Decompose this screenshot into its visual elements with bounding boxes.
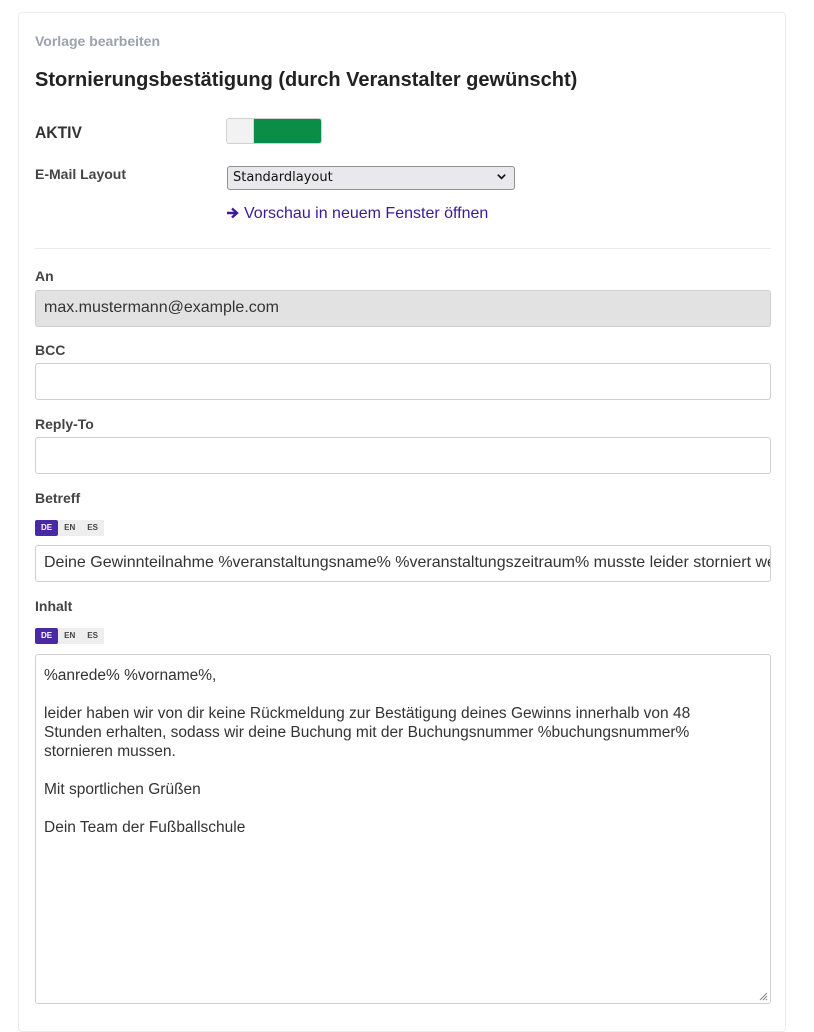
chevron-down-icon — [497, 174, 506, 180]
toggle-on-fill — [254, 119, 321, 143]
reply-to-field[interactable] — [35, 437, 771, 474]
subject-language-tabs: DE EN ES — [35, 520, 104, 536]
subject-lang-de[interactable]: DE — [35, 520, 59, 536]
edit-template-card: Vorlage bearbeiten Stornierungsbestätigu… — [18, 12, 786, 1032]
content-language-tabs: DE EN ES — [35, 628, 104, 644]
content-line: Dein Team der Fußballschule — [44, 819, 246, 836]
content-line: leider haben wir von dir keine Rückmeldu… — [44, 705, 691, 722]
content-line: %anrede% %vorname%, — [44, 667, 217, 684]
bcc-label: BCC — [35, 342, 66, 358]
page-title: Stornierungsbestätigung (durch Veranstal… — [35, 69, 578, 91]
content-lang-de[interactable]: DE — [35, 628, 59, 644]
email-layout-label: E-Mail Layout — [35, 166, 127, 182]
content-lang-en[interactable]: EN — [58, 628, 82, 644]
preview-link[interactable]: Vorschau in neuem Fenster öffnen — [226, 205, 488, 223]
content-line: Mit sportlichen Grüßen — [44, 781, 201, 798]
arrow-right-icon — [227, 207, 239, 219]
to-label: An — [35, 268, 54, 284]
content-lang-es[interactable]: ES — [81, 628, 104, 644]
subject-field[interactable]: Deine Gewinnteilnahme %veranstaltungsnam… — [35, 545, 771, 582]
active-label: AKTIV — [35, 123, 82, 142]
content-textarea[interactable]: %anrede% %vorname%, leider haben wir von… — [35, 654, 771, 1004]
email-layout-selected: Standardlayout — [233, 170, 333, 185]
subject-label: Betreff — [35, 490, 81, 506]
toggle-knob — [227, 119, 254, 143]
subject-lang-en[interactable]: EN — [58, 520, 82, 536]
bcc-field[interactable] — [35, 363, 771, 400]
to-field[interactable]: max.mustermann@example.com — [35, 290, 771, 327]
content-line: stornieren mussen. — [44, 743, 176, 760]
email-layout-select[interactable]: Standardlayout — [227, 166, 515, 190]
breadcrumb: Vorlage bearbeiten — [35, 33, 161, 49]
active-toggle[interactable] — [226, 118, 322, 144]
resize-handle-icon[interactable] — [758, 991, 768, 1001]
content-line: Stunden erhalten, sodass wir deine Buchu… — [44, 724, 690, 741]
reply-to-label: Reply-To — [35, 416, 94, 432]
preview-link-label: Vorschau in neuem Fenster öffnen — [244, 205, 489, 222]
subject-lang-es[interactable]: ES — [81, 520, 104, 536]
divider — [35, 248, 771, 249]
content-label: Inhalt — [35, 598, 73, 614]
